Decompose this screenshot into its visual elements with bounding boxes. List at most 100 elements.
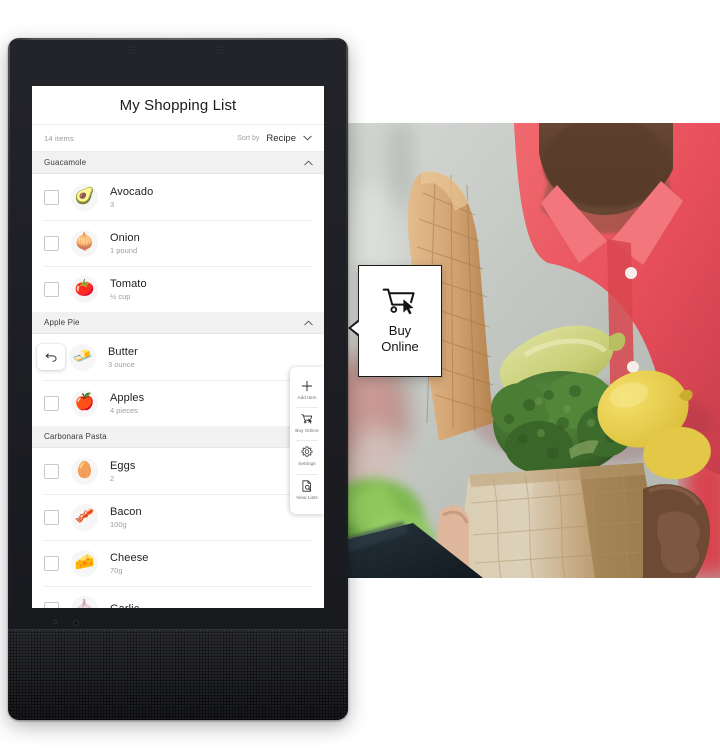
item-checkbox[interactable] — [44, 601, 59, 608]
item-name: Butter — [108, 345, 138, 358]
item-text: Eggs 2 — [110, 460, 135, 483]
item-name: Onion — [110, 231, 140, 244]
item-checkbox[interactable] — [44, 395, 59, 411]
list-item[interactable]: 🍎 Apples 4 pieces — [32, 380, 324, 426]
item-count-label: 14 items — [44, 133, 74, 143]
item-quantity: ½ cup — [110, 291, 131, 301]
list-item[interactable]: 🥚 Eggs 2 — [32, 448, 324, 494]
item-checkbox[interactable] — [44, 189, 59, 205]
item-checkbox[interactable] — [44, 235, 59, 251]
group-header[interactable]: Apple Pie — [32, 312, 324, 334]
item-thumbnail: 🧄 — [71, 595, 98, 608]
item-text: Tomato ½ cup — [110, 278, 147, 301]
shopping-list-scroll[interactable]: Guacamole 🥑 Avocado 3 🧅 Onion 1 pound 🍅 Tomato ½ … — [32, 152, 324, 608]
item-quantity: 1 pound — [110, 245, 138, 255]
speaker-grille — [8, 629, 348, 720]
item-name: Garlic — [110, 603, 139, 608]
item-checkbox[interactable] — [44, 281, 59, 297]
undo-button[interactable] — [37, 344, 65, 370]
list-item[interactable]: 🧄 Garlic — [32, 586, 324, 608]
rail-label-view-lists: View Lists — [296, 494, 318, 500]
item-text: Bacon 100g — [110, 506, 142, 529]
item-checkbox[interactable] — [44, 509, 59, 525]
rail-label-settings: Settings — [298, 461, 316, 467]
sort-by-value: Recipe — [266, 132, 296, 144]
item-text: Avocado 3 — [110, 186, 153, 209]
item-text: Garlic — [110, 603, 139, 608]
microphone-icon — [73, 620, 79, 626]
camera-sensor-icon — [130, 47, 136, 53]
gear-icon — [301, 446, 313, 458]
callout-text: Buy Online — [381, 323, 419, 355]
item-quantity: 4 pieces — [110, 405, 138, 415]
list-item[interactable]: 🍅 Tomato ½ cup — [32, 266, 324, 312]
item-quantity: 3 ounce — [108, 359, 135, 369]
chevron-up-icon[interactable] — [304, 160, 313, 166]
item-thumbnail: 🍎 — [71, 389, 98, 417]
item-text: Onion 1 pound — [110, 232, 140, 255]
callout-line-2: Online — [381, 339, 419, 354]
chevron-down-icon — [303, 135, 312, 141]
list-item[interactable]: 🥓 Bacon 100g — [32, 494, 324, 540]
item-quantity: 100g — [110, 519, 127, 529]
tablet-device: My Shopping List 14 items Sort by Recipe… — [8, 38, 348, 720]
group-name: Apple Pie — [44, 318, 80, 327]
item-checkbox[interactable] — [44, 555, 59, 571]
device-screen: My Shopping List 14 items Sort by Recipe… — [32, 86, 324, 608]
item-thumbnail: 🥓 — [71, 503, 98, 531]
indicator-led-icon — [53, 620, 57, 624]
item-text: Cheese 70g — [110, 552, 149, 575]
list-item[interactable]: 🥑 Avocado 3 — [32, 174, 324, 220]
item-checkbox[interactable] — [44, 463, 59, 479]
shopping-list-app: My Shopping List 14 items Sort by Recipe… — [32, 86, 324, 608]
item-text: Butter 3 ounce — [108, 346, 138, 369]
item-name: Tomato — [110, 277, 147, 290]
action-rail: Add Item Buy Online Settings View Lists — [290, 367, 324, 514]
cart-cursor-icon — [382, 288, 415, 315]
sort-by-control[interactable]: Sort by Recipe — [237, 133, 312, 144]
chevron-up-icon[interactable] — [304, 320, 313, 326]
proximity-sensor-icon — [216, 47, 222, 53]
item-thumbnail: 🧀 — [71, 549, 98, 577]
group-name: Carbonara Pasta — [44, 432, 107, 441]
device-right-highlight — [346, 38, 348, 720]
rail-button-buy-online[interactable]: Buy Online — [290, 407, 324, 440]
rail-label-buy-online: Buy Online — [295, 428, 319, 434]
item-name: Apples — [110, 391, 145, 404]
rail-button-add-item[interactable]: Add Item — [290, 374, 324, 407]
device-left-highlight — [8, 38, 10, 720]
page-title: My Shopping List — [119, 96, 237, 114]
app-header: My Shopping List — [32, 86, 324, 124]
list-item[interactable]: 🧀 Cheese 70g — [32, 540, 324, 586]
item-thumbnail: 🥚 — [71, 457, 98, 485]
cart-cursor-icon — [301, 414, 313, 424]
item-quantity: 70g — [110, 565, 123, 575]
document-search-icon — [302, 479, 312, 492]
item-thumbnail: 🥑 — [71, 183, 98, 211]
item-thumbnail: 🧈 — [69, 343, 96, 371]
rail-button-view-lists[interactable]: View Lists — [290, 473, 324, 507]
group-header[interactable]: Carbonara Pasta — [32, 426, 324, 448]
item-quantity: 3 — [110, 199, 115, 209]
item-thumbnail: 🍅 — [71, 275, 98, 303]
item-name: Avocado — [110, 185, 154, 198]
plus-icon — [301, 380, 313, 392]
callout-line-1: Buy — [388, 323, 412, 339]
item-text: Apples 4 pieces — [110, 392, 144, 415]
undo-arrow-icon — [45, 353, 57, 362]
item-quantity: 2 — [110, 473, 115, 483]
list-meta-bar: 14 items Sort by Recipe — [32, 124, 324, 152]
item-thumbnail: 🧅 — [71, 229, 98, 257]
device-top-highlight — [8, 38, 348, 40]
callout-tail — [348, 319, 360, 337]
item-name: Eggs — [110, 459, 136, 472]
rail-button-settings[interactable]: Settings — [290, 440, 324, 473]
rail-label-add-item: Add Item — [297, 395, 317, 400]
item-name: Bacon — [110, 505, 142, 518]
list-item[interactable]: 🧅 Onion 1 pound — [32, 220, 324, 266]
list-item[interactable]: 🧈 Butter 3 ounce — [32, 334, 324, 380]
buy-online-callout[interactable]: Buy Online — [348, 265, 442, 377]
item-name: Cheese — [110, 551, 149, 564]
group-name: Guacamole — [44, 158, 87, 167]
group-header[interactable]: Guacamole — [32, 152, 324, 174]
